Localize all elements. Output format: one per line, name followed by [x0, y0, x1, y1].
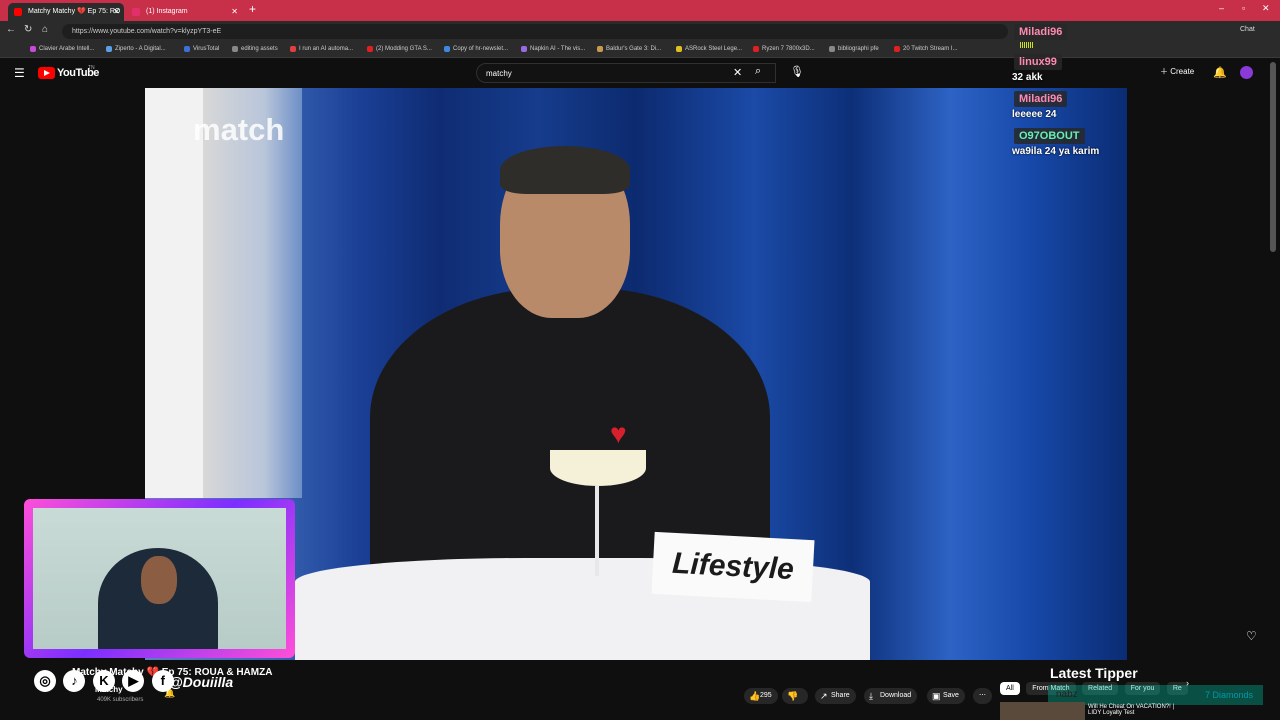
subscriber-count: 409K subscribers — [97, 697, 144, 703]
channel-watermark-icon[interactable]: ♡ — [1246, 629, 1257, 643]
share-icon: ↗ — [820, 691, 828, 701]
dislike-button[interactable]: 👎 — [782, 688, 808, 704]
chat-message: wa9ila 24 ya karim — [1012, 146, 1100, 157]
url-field[interactable]: https://www.youtube.com/watch?v=klyzpYT3… — [62, 24, 1008, 39]
brand-logo-text: match — [193, 112, 285, 147]
tipper-diamonds: 7 Diamonds — [1204, 690, 1253, 700]
video-info-bar: Matchy Matchy 💔 Ep 75: ROUA & HAMZA Matc… — [0, 660, 1280, 720]
save-button[interactable]: ▣ Save — [927, 688, 965, 704]
chat-username: Miladi96 — [1014, 24, 1068, 40]
studio-wall — [145, 88, 302, 498]
search-icon[interactable]: ⌕ — [755, 65, 761, 78]
like-count: 295 — [760, 692, 772, 699]
glass-stem — [595, 486, 599, 576]
webcam-feed — [33, 508, 286, 649]
maximize-icon[interactable]: ▫ — [1242, 3, 1245, 13]
back-icon[interactable]: ← — [6, 24, 16, 35]
bookmark-item[interactable]: editing assets — [232, 43, 278, 55]
bookmark-item[interactable]: (2) Modding GTA S... — [367, 43, 432, 55]
save-label: Save — [943, 692, 959, 699]
share-button[interactable]: ↗ Share — [815, 688, 856, 704]
close-icon[interactable]: ✕ — [231, 3, 238, 21]
table-sign: Lifestyle — [651, 531, 815, 603]
thumbs-down-icon: 👎 — [787, 691, 799, 701]
chip-all[interactable]: All — [1000, 682, 1020, 695]
chat-entry: linux99 32 akk — [1008, 52, 1128, 83]
chat-message: 32 akk — [1012, 72, 1043, 83]
kick-icon: K — [92, 670, 115, 692]
download-button[interactable]: ⤓ Download — [864, 688, 918, 704]
latest-tipper-name: nabz — [1056, 689, 1078, 700]
download-icon: ⤓ — [869, 691, 873, 701]
avatar[interactable] — [1240, 66, 1253, 79]
save-icon: ▣ — [932, 691, 941, 701]
recommended-title[interactable]: Will He Cheat On VACATION?! | LIDY Loyal… — [1088, 704, 1174, 716]
bookmark-item[interactable]: Clavier Arabe Intell... — [30, 43, 94, 55]
more-actions-button[interactable]: ⋯ — [973, 688, 992, 704]
instagram-favicon-icon — [132, 8, 140, 16]
person-hair — [500, 146, 630, 194]
bookmark-item[interactable]: ASRock Steel Lege... — [676, 43, 742, 55]
bookmark-item[interactable]: I run an AI automa... — [290, 43, 353, 55]
bookmark-item[interactable]: Copy of hr-newslet... — [444, 43, 508, 55]
chat-entry: Miladi96 leeeee 24 — [1008, 89, 1128, 120]
heart-icon: ♥ — [610, 418, 627, 449]
stream-chat-overlay: Miladi96 linux99 32 akk Miladi96 leeeee … — [1008, 22, 1128, 163]
new-tab-button[interactable]: + — [249, 2, 256, 16]
social-handle: @Douiilla — [169, 674, 234, 690]
thumbs-up-icon: 👍 — [749, 691, 761, 701]
streamer-face — [141, 556, 177, 604]
clear-search-icon[interactable]: ✕ — [733, 66, 742, 79]
bookmark-item[interactable]: VirusTotal — [184, 43, 219, 55]
chat-button[interactable]: Chat — [1240, 26, 1255, 33]
chat-message: leeeee 24 — [1012, 109, 1057, 120]
youtube-logo-icon[interactable] — [38, 67, 55, 79]
recommended-subtitle: LIDY Loyalty Test — [1088, 710, 1135, 716]
chat-username: linux99 — [1014, 54, 1062, 70]
tab-instagram[interactable]: (1) Instagram ✕ — [126, 3, 242, 21]
tab-label: Matchy Matchy 💔 Ep 75: RO — [28, 8, 121, 15]
logo-country-code: TN — [88, 65, 95, 71]
browser-tab-bar: Matchy Matchy 💔 Ep 75: RO ✕ (1) Instagra… — [0, 0, 1280, 21]
tab-label: (1) Instagram — [146, 8, 188, 15]
webcam-frame — [24, 499, 295, 658]
microphone-icon[interactable]: 🎙 — [790, 65, 804, 78]
chat-entry: Miladi96 — [1008, 22, 1128, 40]
chat-username: Miladi96 — [1014, 91, 1068, 107]
youtube-icon: ▶ — [122, 670, 145, 692]
home-icon[interactable]: ⌂ — [42, 24, 48, 35]
bookmark-item[interactable]: Napkin AI - The vis... — [521, 43, 585, 55]
bookmark-item[interactable]: Baldur's Gate 3: Di... — [597, 43, 661, 55]
download-label: Download — [880, 692, 912, 699]
youtube-favicon-icon — [14, 8, 22, 16]
search-input[interactable]: matchy — [476, 63, 776, 83]
create-label: Create — [1170, 67, 1195, 76]
like-button[interactable]: 👍 295 — [744, 688, 778, 704]
close-icon[interactable]: ✕ — [113, 3, 120, 21]
latest-tipper-label: Latest Tipper — [1050, 665, 1138, 681]
chat-entry: O97OBOUT wa9ila 24 ya karim — [1008, 126, 1128, 157]
chat-username: O97OBOUT — [1014, 128, 1085, 144]
close-window-icon[interactable]: ✕ — [1262, 3, 1270, 14]
bookmark-item[interactable]: bibliographi pfe — [829, 43, 879, 55]
social-icons: ◎ ♪ K ▶ f — [34, 670, 177, 692]
tiktok-icon: ♪ — [63, 670, 86, 692]
minimize-icon[interactable]: – — [1219, 3, 1224, 13]
bookmark-item[interactable]: Ryzen 7 7800x3D... — [753, 43, 815, 55]
cocktail-glass — [550, 450, 646, 486]
share-label: Share — [831, 692, 850, 699]
create-button[interactable]: ＋ Create — [1160, 66, 1194, 77]
reload-icon[interactable]: ↻ — [24, 24, 32, 35]
menu-icon[interactable]: ☰ — [14, 66, 25, 80]
audio-bars-icon — [1020, 42, 1034, 48]
recommended-thumbnail[interactable] — [1000, 702, 1085, 720]
scrollbar[interactable] — [1270, 62, 1276, 252]
bookmark-item[interactable]: Ziperto - A Digital... — [106, 43, 166, 55]
bell-icon[interactable]: 🔔 — [1213, 66, 1227, 79]
instagram-icon: ◎ — [34, 670, 56, 692]
bookmark-item[interactable]: 20 Twitch Stream I... — [894, 43, 958, 55]
tab-matchy[interactable]: Matchy Matchy 💔 Ep 75: RO ✕ — [8, 3, 124, 21]
